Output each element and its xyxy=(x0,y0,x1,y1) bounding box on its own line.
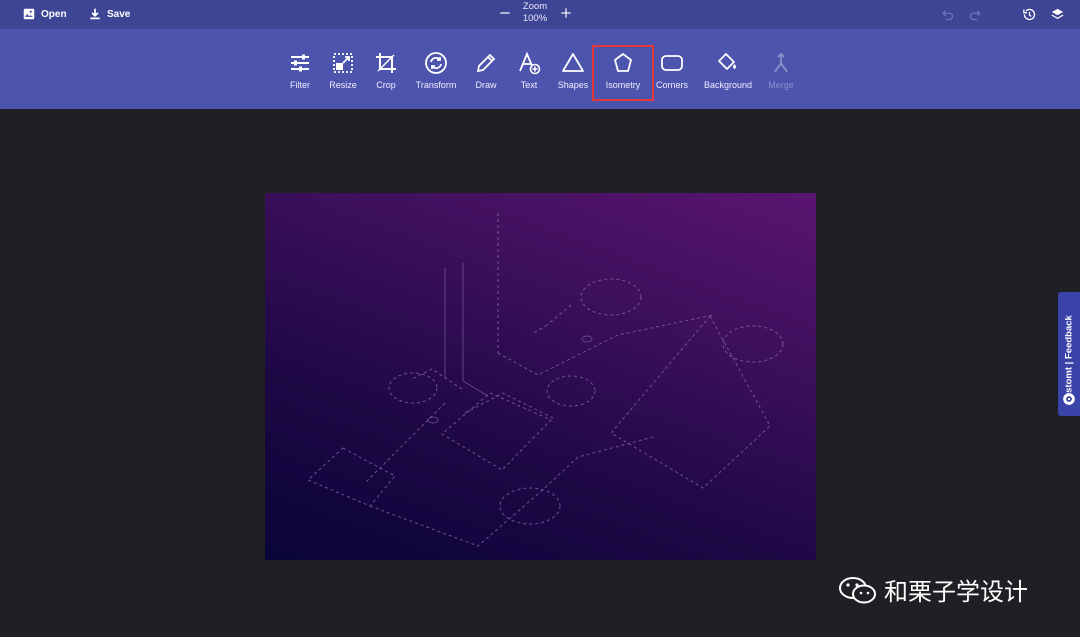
tool-label: Crop xyxy=(376,80,396,90)
image-icon xyxy=(23,8,35,20)
pentagon-icon xyxy=(614,53,632,72)
tool-crop[interactable]: Crop xyxy=(370,47,402,95)
tool-filter[interactable]: Filter xyxy=(284,47,316,95)
tool-label: Corners xyxy=(655,80,688,90)
sliders-icon xyxy=(291,54,309,72)
tool-bar: Filter Resize Crop Transform Draw Text S… xyxy=(0,29,1080,109)
rounded-rect-icon xyxy=(661,55,683,71)
tool-shapes[interactable]: Shapes xyxy=(555,47,591,95)
tool-label: Draw xyxy=(475,80,497,90)
triangle-icon xyxy=(562,53,584,72)
tool-label: Filter xyxy=(290,80,310,90)
tool-label: Merge xyxy=(768,80,794,90)
zoom-control: Zoom 100% xyxy=(496,0,576,29)
minus-icon[interactable] xyxy=(498,6,512,20)
download-icon xyxy=(90,8,100,20)
open-button[interactable]: Open xyxy=(22,7,67,21)
zoom-label: Zoom xyxy=(522,1,548,12)
redo-icon[interactable] xyxy=(968,7,983,22)
save-button[interactable]: Save xyxy=(88,7,130,21)
tool-isometry[interactable]: Isometry xyxy=(592,45,654,101)
tool-merge[interactable]: Merge xyxy=(764,47,798,95)
open-label: Open xyxy=(41,8,67,20)
stomt-icon xyxy=(1063,393,1075,405)
resize-icon xyxy=(333,53,353,73)
top-bar: Open Save Zoom 100% xyxy=(0,0,1080,29)
watermark: 和栗子学设计 xyxy=(838,572,1028,607)
tool-text[interactable]: Text xyxy=(513,47,545,95)
layers-icon[interactable] xyxy=(1050,7,1065,22)
plus-icon[interactable] xyxy=(559,6,573,20)
save-label: Save xyxy=(107,8,131,20)
merge-icon xyxy=(774,52,788,73)
text-icon xyxy=(519,51,541,75)
tool-draw[interactable]: Draw xyxy=(470,47,502,95)
feedback-label: stomt | Feedback xyxy=(1063,315,1075,393)
paint-bucket-icon xyxy=(718,53,736,70)
tool-background[interactable]: Background xyxy=(700,47,756,95)
tool-label: Transform xyxy=(415,80,457,90)
tool-label: Shapes xyxy=(557,80,589,90)
tool-label: Isometry xyxy=(605,80,641,90)
tool-label: Text xyxy=(520,80,538,90)
watermark-text: 和栗子学设计 xyxy=(884,578,1028,606)
crop-icon xyxy=(376,53,396,73)
canvas-image[interactable] xyxy=(265,193,816,560)
tool-label: Background xyxy=(703,80,753,90)
feedback-tab[interactable]: stomt | Feedback xyxy=(1058,292,1080,416)
wechat-icon xyxy=(839,576,876,603)
pencil-icon xyxy=(476,53,496,73)
undo-icon[interactable] xyxy=(940,7,955,22)
rotate-icon xyxy=(425,52,447,74)
tool-label: Resize xyxy=(329,80,357,90)
zoom-readout: Zoom 100% xyxy=(514,1,556,25)
isometric-illustration xyxy=(307,213,784,547)
tool-transform[interactable]: Transform xyxy=(412,47,460,95)
tool-corners[interactable]: Corners xyxy=(654,47,690,95)
tool-resize[interactable]: Resize xyxy=(327,47,359,95)
history-icon[interactable] xyxy=(1022,7,1037,22)
zoom-value: 100% xyxy=(522,13,548,24)
